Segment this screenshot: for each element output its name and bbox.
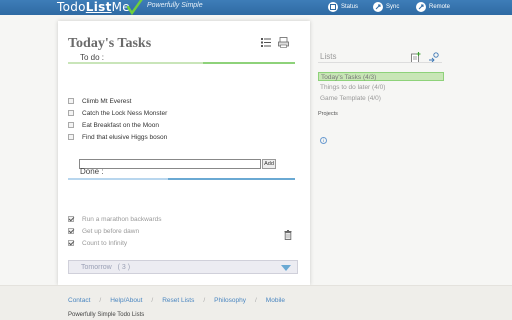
tomorrow-label: Tomorrow ( 3 ) (81, 264, 131, 271)
done-item[interactable]: Count to Infinity (68, 237, 162, 249)
list-title[interactable]: Today's Tasks (68, 36, 151, 52)
remote-button[interactable]: Remote (416, 2, 450, 12)
done-list: Run a marathon backwards Get up before d… (68, 213, 162, 249)
todo-checkbox[interactable] (68, 122, 74, 128)
lists-heading: Lists (320, 52, 337, 61)
todo-checkbox[interactable] (68, 110, 74, 116)
task-list-panel: Today's Tasks To do : Climb Mt Everest C… (58, 21, 310, 285)
remote-icon (416, 2, 426, 12)
footer-link-reset[interactable]: Reset Lists (162, 297, 194, 304)
status-icon (328, 2, 338, 12)
list-item-things-later[interactable]: Things to do later (4/0) (318, 83, 385, 92)
header-tagline: Powerfully Simple (147, 2, 203, 9)
done-item[interactable]: Get up before dawn (68, 225, 162, 237)
add-button[interactable]: Add (262, 159, 276, 169)
todo-item-text[interactable]: Catch the Lock Ness Monster (82, 110, 167, 117)
todo-item-text[interactable]: Climb Mt Everest (82, 98, 131, 105)
todo-item[interactable]: Catch the Lock Ness Monster (68, 107, 167, 119)
sync-label: Sync (386, 4, 400, 10)
trash-icon[interactable] (284, 230, 292, 240)
done-item-text[interactable]: Count to Infinity (82, 240, 127, 247)
new-task-input[interactable] (79, 159, 261, 169)
footer-link-philosophy[interactable]: Philosophy (214, 297, 246, 304)
todo-checkbox[interactable] (68, 98, 74, 104)
footer-link-mobile[interactable]: Mobile (266, 297, 285, 304)
todo-item-text[interactable]: Find that elusive Higgs boson (82, 134, 167, 141)
footer-link-contact[interactable]: Contact (68, 297, 90, 304)
todo-section-label: To do : (80, 53, 105, 62)
footer-separator: / (254, 297, 257, 304)
done-item-text[interactable]: Get up before dawn (82, 228, 139, 235)
footer-links: Contact / Help/About / Reset Lists / Phi… (68, 297, 285, 304)
logo-todo: Todo (57, 0, 86, 14)
app-logo[interactable]: TodoListMe (57, 0, 130, 14)
todo-underline (68, 62, 210, 64)
status-label: Status (341, 4, 359, 10)
logo-list: List (85, 0, 112, 14)
lists-divider (318, 62, 442, 63)
done-item-text[interactable]: Run a marathon backwards (82, 216, 162, 223)
sort-list-icon[interactable] (261, 38, 271, 47)
projects-label: Projects (318, 111, 338, 117)
dropdown-arrow-icon (281, 265, 291, 271)
checkmark-logo-icon (127, 0, 143, 16)
remote-label: Remote (429, 4, 451, 10)
todo-list: Climb Mt Everest Catch the Lock Ness Mon… (68, 95, 167, 143)
info-icon[interactable]: i (320, 137, 327, 144)
footer-separator: / (203, 297, 206, 304)
done-underline (68, 178, 173, 180)
todo-underline-accent (203, 62, 295, 64)
footer-separator: / (99, 297, 102, 304)
page-footer: Contact / Help/About / Reset Lists / Phi… (0, 285, 512, 320)
todo-item[interactable]: Find that elusive Higgs boson (68, 131, 167, 143)
done-checkbox[interactable] (68, 216, 74, 222)
print-icon[interactable] (278, 37, 289, 48)
list-item-game-template[interactable]: Game Template (4/0) (318, 94, 381, 103)
todo-item-text[interactable]: Eat Breakfast on the Moon (82, 122, 159, 129)
sync-button[interactable]: Sync (373, 2, 399, 12)
done-underline-accent (168, 178, 295, 180)
sync-icon (373, 2, 383, 12)
status-button[interactable]: Status (328, 2, 358, 12)
done-section-label: Done : (80, 167, 104, 176)
top-header: TodoListMe Powerfully Simple Status Sync… (0, 0, 512, 16)
tomorrow-count: ( 3 ) (117, 264, 131, 271)
done-checkbox[interactable] (68, 228, 74, 234)
tomorrow-list-dropdown[interactable]: Tomorrow ( 3 ) (68, 260, 298, 274)
footer-tagline: Powerfully Simple Todo Lists (68, 312, 145, 318)
todo-checkbox[interactable] (68, 134, 74, 140)
todo-item[interactable]: Eat Breakfast on the Moon (68, 119, 167, 131)
footer-separator: / (151, 297, 154, 304)
footer-link-help[interactable]: Help/About (110, 297, 142, 304)
todo-item[interactable]: Climb Mt Everest (68, 95, 167, 107)
list-item-todays-tasks[interactable]: Today's Tasks (4/3) (318, 72, 444, 81)
done-item[interactable]: Run a marathon backwards (68, 213, 162, 225)
done-checkbox[interactable] (68, 240, 74, 246)
